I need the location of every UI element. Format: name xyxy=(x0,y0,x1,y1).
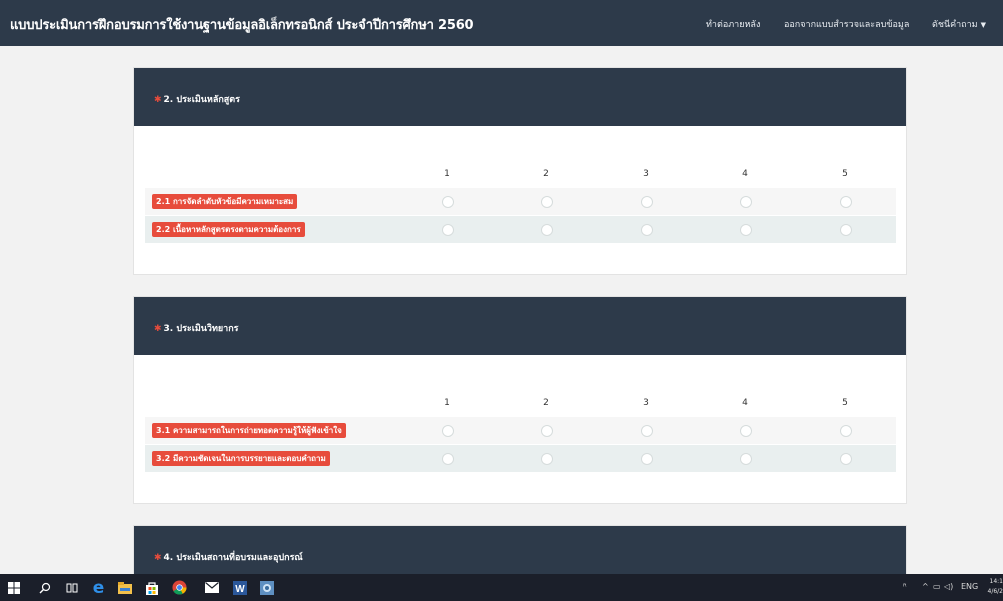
rating-radio-4[interactable] xyxy=(740,224,752,236)
network-icon[interactable]: ▭ xyxy=(933,582,941,591)
rating-radio-5[interactable] xyxy=(840,224,852,236)
rating-radio-1[interactable] xyxy=(442,224,454,236)
question-index-label: ดัชนีคำถาม xyxy=(932,20,978,30)
scale-header-3: 3 xyxy=(643,398,649,408)
clock[interactable]: 14:1 4/6/2 xyxy=(985,577,1003,597)
rating-radio-2[interactable] xyxy=(541,224,553,236)
question-index-menu[interactable]: ดัชนีคำถาม ▼ xyxy=(932,17,986,31)
scale-header-4: 4 xyxy=(742,398,748,408)
scale-header-5: 5 xyxy=(842,398,848,408)
section-header: ✱ 4. ประเมินสถานที่อบรมและอุปกรณ์ xyxy=(134,526,906,575)
windows-start-icon[interactable] xyxy=(6,580,21,595)
clock-time: 14:1 xyxy=(989,578,1003,585)
question-row: 2.1 การจัดลำดับหัวข้อมีความเหมาะสม xyxy=(145,188,896,215)
required-icon: ✱ xyxy=(154,553,162,563)
scale-header-2: 2 xyxy=(543,169,549,179)
section-title: ✱ 4. ประเมินสถานที่อบรมและอุปกรณ์ xyxy=(154,550,303,564)
rating-radio-4[interactable] xyxy=(740,196,752,208)
rating-radio-5[interactable] xyxy=(840,196,852,208)
windows-taskbar: e W ᴿ ^ ▭ ◁) ENG 14:1 4/6/2 xyxy=(0,574,1003,601)
mail-icon[interactable] xyxy=(204,580,219,595)
rating-radio-1[interactable] xyxy=(442,196,454,208)
volume-icon[interactable]: ◁) xyxy=(944,582,953,591)
question-label: 2.1 การจัดลำดับหัวข้อมีความเหมาะสม xyxy=(152,194,298,209)
question-section-4: ✱ 4. ประเมินสถานที่อบรมและอุปกรณ์ xyxy=(133,525,907,575)
rating-radio-4[interactable] xyxy=(740,453,752,465)
svg-text:W: W xyxy=(235,584,245,595)
rating-radio-5[interactable] xyxy=(840,425,852,437)
section-title-text: 3. ประเมินวิทยากร xyxy=(163,324,239,334)
scale-header-4: 4 xyxy=(742,169,748,179)
rating-radio-2[interactable] xyxy=(541,453,553,465)
scale-header-3: 3 xyxy=(643,169,649,179)
rating-radio-3[interactable] xyxy=(641,425,653,437)
rating-radio-2[interactable] xyxy=(541,196,553,208)
scale-header-1: 1 xyxy=(444,398,450,408)
section-title-text: 2. ประเมินหลักสูตร xyxy=(163,95,240,105)
rating-radio-4[interactable] xyxy=(740,425,752,437)
scale-header-5: 5 xyxy=(842,169,848,179)
input-language[interactable]: ENG xyxy=(961,582,978,591)
section-title: ✱ 3. ประเมินวิทยากร xyxy=(154,321,239,335)
people-icon[interactable]: ᴿ xyxy=(903,582,907,591)
caret-down-icon: ▼ xyxy=(980,21,987,29)
rating-radio-1[interactable] xyxy=(442,425,454,437)
question-label: 3.2 มีความชัดเจนในการบรรยายและตอบคำถาม xyxy=(152,451,330,466)
store-icon[interactable] xyxy=(144,580,159,595)
question-label: 2.2 เนื้อหาหลักสูตรตรงตามความต้องการ xyxy=(152,222,305,237)
rating-radio-5[interactable] xyxy=(840,453,852,465)
rating-radio-3[interactable] xyxy=(641,196,653,208)
survey-title: แบบประเมินการฝึกอบรมการใช้งานฐานข้อมูลอิ… xyxy=(10,18,474,33)
scale-header-1: 1 xyxy=(444,169,450,179)
section-header: ✱ 3. ประเมินวิทยากร xyxy=(134,297,906,355)
save-later-link[interactable]: ทำต่อภายหลัง xyxy=(706,17,760,31)
required-icon: ✱ xyxy=(154,324,162,334)
question-row: 3.2 มีความชัดเจนในการบรรยายและตอบคำถาม xyxy=(145,445,896,472)
required-icon: ✱ xyxy=(154,95,162,105)
exit-and-delete-link[interactable]: ออกจากแบบสำรวจและลบข้อมูล xyxy=(784,17,909,31)
file-explorer-icon[interactable] xyxy=(117,580,132,595)
rating-radio-2[interactable] xyxy=(541,425,553,437)
word-icon[interactable]: W xyxy=(232,580,247,595)
scale-header-2: 2 xyxy=(543,398,549,408)
question-row: 2.2 เนื้อหาหลักสูตรตรงตามความต้องการ xyxy=(145,216,896,243)
question-label: 3.1 ความสามารถในการถ่ายทอดความรู้ให้ผู้ฟ… xyxy=(152,423,346,438)
search-icon[interactable] xyxy=(37,580,52,595)
rating-radio-3[interactable] xyxy=(641,453,653,465)
chrome-icon[interactable] xyxy=(172,580,187,595)
task-view-icon[interactable] xyxy=(64,580,79,595)
clock-date: 4/6/2 xyxy=(987,588,1003,595)
app-icon[interactable] xyxy=(259,580,274,595)
edge-icon[interactable]: e xyxy=(91,578,106,598)
section-header: ✱ 2. ประเมินหลักสูตร xyxy=(134,68,906,126)
rating-radio-1[interactable] xyxy=(442,453,454,465)
question-section-3: ✱ 3. ประเมินวิทยากร 1 2 3 4 5 3.1 ความสาม… xyxy=(133,296,907,504)
section-title-text: 4. ประเมินสถานที่อบรมและอุปกรณ์ xyxy=(163,553,303,563)
show-hidden-icons[interactable]: ^ xyxy=(922,582,929,591)
section-title: ✱ 2. ประเมินหลักสูตร xyxy=(154,92,240,106)
question-section-2: ✱ 2. ประเมินหลักสูตร 1 2 3 4 5 2.1 การจัด… xyxy=(133,67,907,275)
question-row: 3.1 ความสามารถในการถ่ายทอดความรู้ให้ผู้ฟ… xyxy=(145,417,896,444)
rating-radio-3[interactable] xyxy=(641,224,653,236)
top-navbar: แบบประเมินการฝึกอบรมการใช้งานฐานข้อมูลอิ… xyxy=(0,0,1003,46)
